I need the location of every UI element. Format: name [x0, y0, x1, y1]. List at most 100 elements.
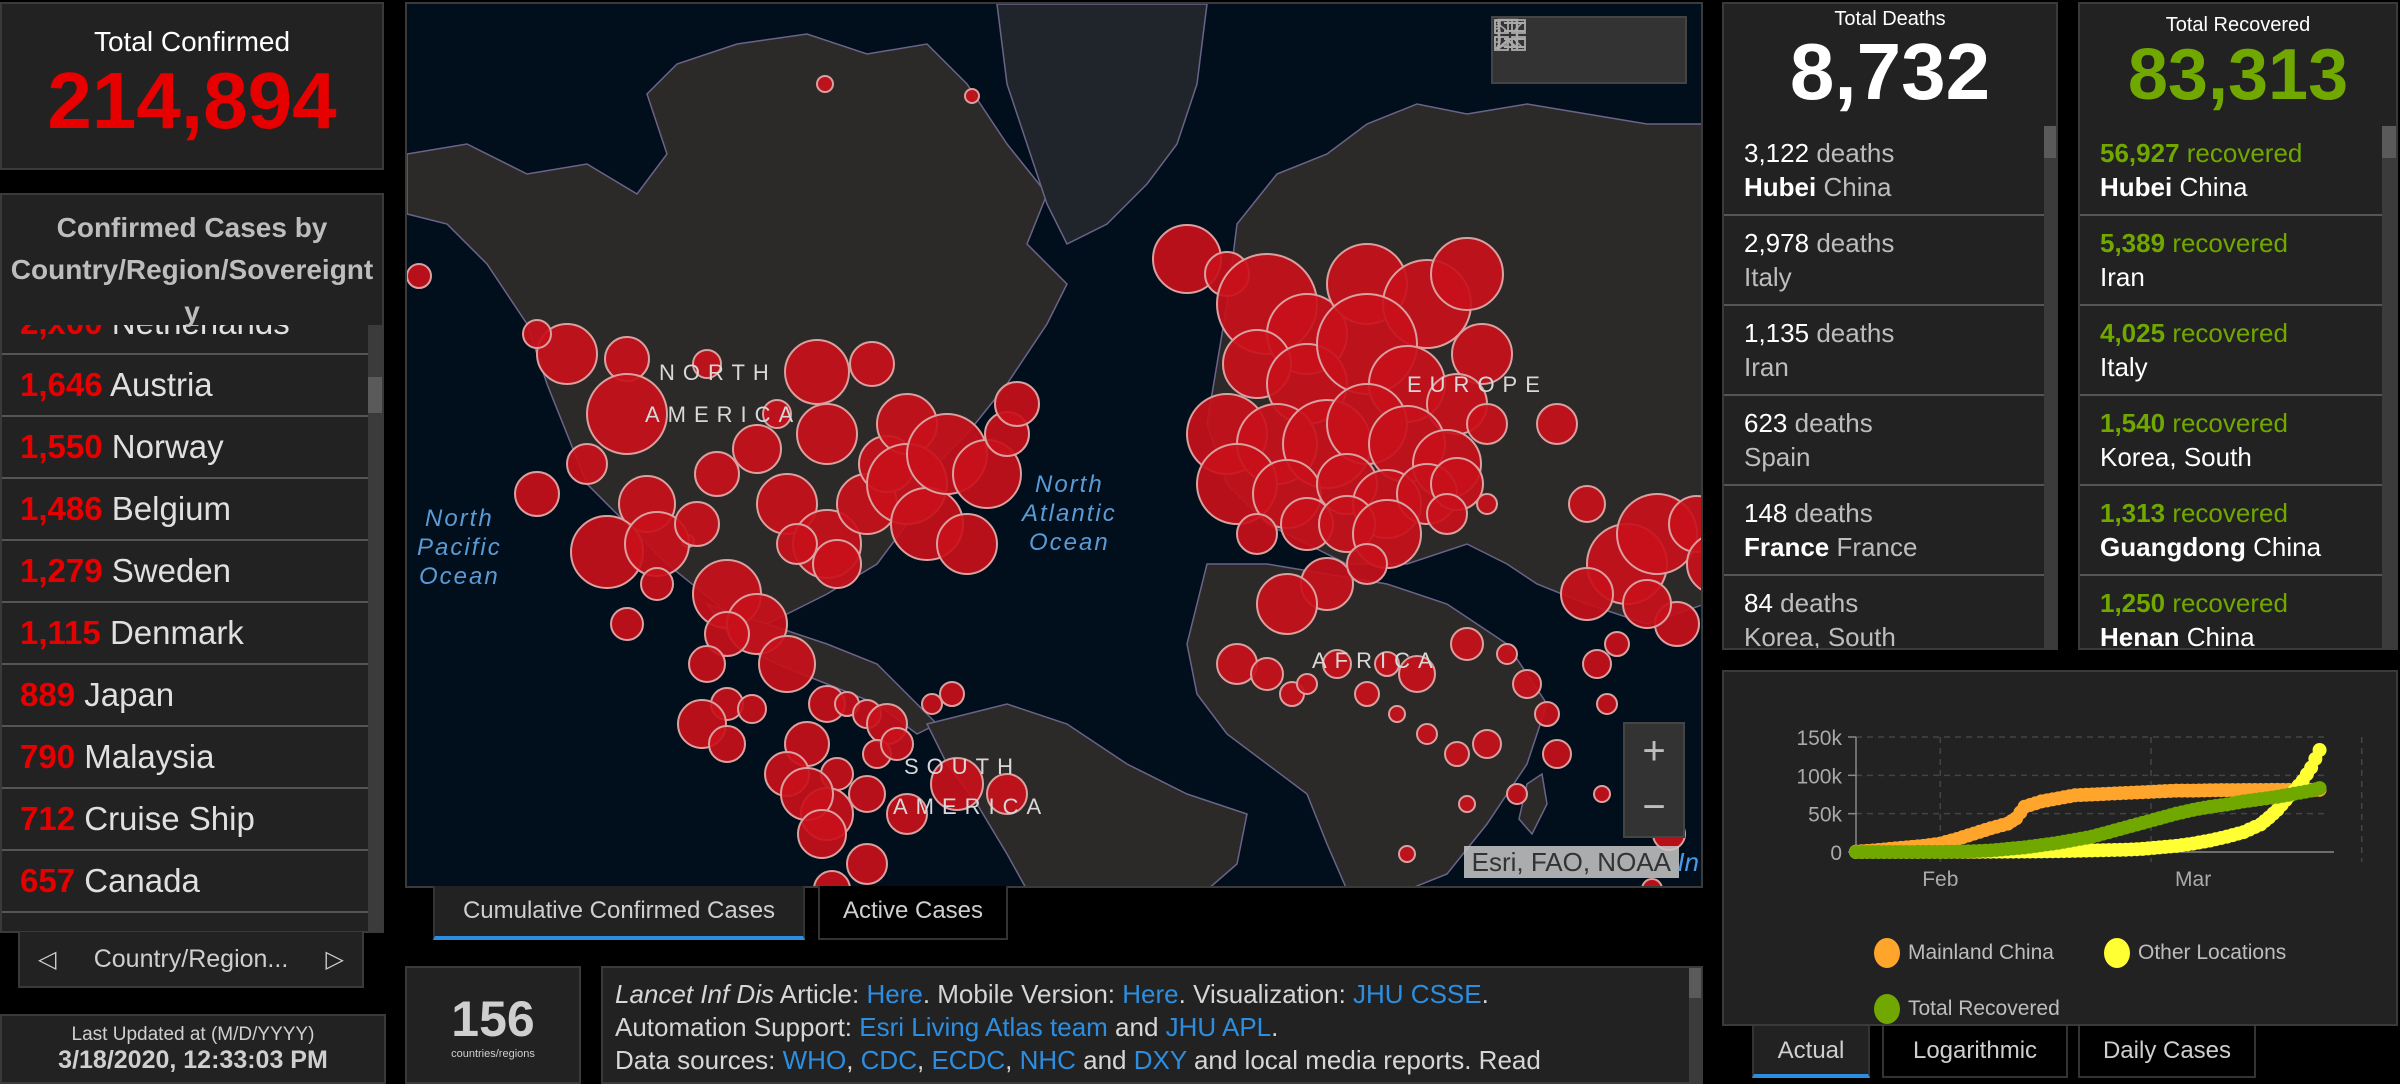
recovered-list-item[interactable]: 1,250 recovered Henan China — [2080, 576, 2386, 648]
deaths-list-item[interactable]: 148 deaths France France — [1724, 486, 2044, 576]
case-bubble[interactable] — [1256, 573, 1318, 635]
country-list-item[interactable]: 889 Japan — [2, 665, 370, 727]
case-bubble[interactable] — [708, 725, 746, 763]
deaths-scrollbar[interactable] — [2044, 126, 2056, 648]
case-bubble[interactable] — [1476, 493, 1498, 515]
case-bubble[interactable] — [784, 339, 850, 405]
tab-actual[interactable]: Actual — [1752, 1026, 1870, 1078]
case-bubble[interactable] — [1430, 237, 1504, 311]
mobile-version-link[interactable]: Here — [1122, 979, 1178, 1009]
scrollbar-thumb[interactable] — [2044, 126, 2056, 158]
case-bubble[interactable] — [674, 501, 720, 547]
case-bubble[interactable] — [921, 693, 943, 715]
case-bubble[interactable] — [1416, 723, 1438, 745]
recovered-scrollbar[interactable] — [2382, 126, 2396, 648]
zoom-in-button[interactable]: + — [1625, 724, 1683, 780]
case-bubble[interactable] — [566, 443, 608, 485]
nhc-link[interactable]: NHC — [1020, 1045, 1076, 1075]
case-bubble[interactable] — [1641, 878, 1663, 888]
case-bubble[interactable] — [1236, 513, 1278, 555]
info-scrollbar[interactable] — [1689, 968, 1701, 1082]
case-bubble[interactable] — [522, 319, 552, 349]
recovered-list-item[interactable]: 1,313 recovered Guangdong China — [2080, 486, 2386, 576]
case-bubble[interactable] — [816, 75, 834, 93]
tab-daily-cases[interactable]: Daily Cases — [2078, 1026, 2256, 1078]
zoom-out-button[interactable]: − — [1625, 780, 1683, 836]
scrollbar-thumb[interactable] — [368, 377, 382, 413]
country-list-item[interactable]: 1,486 Belgium — [2, 479, 370, 541]
case-bubble[interactable] — [1496, 643, 1518, 665]
case-bubble[interactable] — [1346, 543, 1388, 585]
esri-living-atlas-link[interactable]: Esri Living Atlas team — [859, 1012, 1108, 1042]
next-arrow-icon[interactable]: ▷ — [326, 945, 344, 974]
case-bubble[interactable] — [1596, 693, 1618, 715]
case-bubble[interactable] — [796, 403, 858, 465]
recovered-list-item[interactable]: 4,025 recovered Italy — [2080, 306, 2386, 396]
case-bubble[interactable] — [797, 809, 847, 859]
case-bubble[interactable] — [688, 645, 726, 683]
deaths-list-item[interactable]: 84 deaths Korea, South — [1724, 576, 2044, 648]
country-list-item[interactable]: 1,550 Norway — [2, 417, 370, 479]
legend-item-other-locations[interactable]: Other Locations — [2104, 938, 2286, 968]
dxy-link[interactable]: DXY — [1134, 1045, 1187, 1075]
legend-item-mainland-china[interactable]: Mainland China — [1874, 938, 2054, 968]
case-bubble[interactable] — [1426, 493, 1468, 535]
case-bubble[interactable] — [1593, 785, 1611, 803]
map-attribution[interactable]: Esri, FAO, NOAA — [1463, 846, 1679, 878]
case-bubble[interactable] — [732, 424, 782, 474]
tab-cumulative-confirmed-cases[interactable]: Cumulative Confirmed Cases — [433, 886, 805, 940]
case-bubble[interactable] — [1444, 741, 1470, 767]
case-bubble[interactable] — [936, 513, 998, 575]
case-bubble[interactable] — [640, 567, 674, 601]
cdc-link[interactable]: CDC — [861, 1045, 917, 1075]
article-link[interactable]: Here — [866, 979, 922, 1009]
case-bubble[interactable] — [964, 88, 980, 104]
ecdc-link[interactable]: ECDC — [931, 1045, 1005, 1075]
map-attribution-more[interactable]: In — [1677, 846, 1699, 878]
case-bubble[interactable] — [1466, 403, 1508, 445]
legend-item-total-recovered[interactable]: Total Recovered — [1874, 994, 2060, 1024]
data-point[interactable] — [2312, 781, 2327, 796]
case-bubble[interactable] — [1512, 669, 1542, 699]
deaths-list-item[interactable]: 2,978 deaths Italy — [1724, 216, 2044, 306]
deaths-list-item[interactable]: 623 deaths Spain — [1724, 396, 2044, 486]
case-bubble[interactable] — [1450, 627, 1484, 661]
country-list-scrollbar[interactable] — [368, 325, 382, 931]
jhu-apl-link[interactable]: JHU APL — [1166, 1012, 1272, 1042]
case-bubble[interactable] — [1542, 739, 1572, 769]
deaths-list-item[interactable]: 1,135 deaths Iran — [1724, 306, 2044, 396]
case-bubble[interactable] — [1458, 795, 1476, 813]
country-list-item[interactable]: 790 Malaysia — [2, 727, 370, 789]
case-bubble[interactable] — [848, 775, 886, 813]
case-bubble[interactable] — [1354, 681, 1380, 707]
country-list-item[interactable]: 657 Canada — [2, 851, 370, 913]
case-bubble[interactable] — [849, 341, 895, 387]
case-bubble[interactable] — [1506, 783, 1528, 805]
case-bubble[interactable] — [1536, 403, 1578, 445]
prev-arrow-icon[interactable]: ◁ — [38, 945, 56, 974]
case-bubble[interactable] — [514, 471, 560, 517]
case-bubble[interactable] — [694, 451, 740, 497]
tab-logarithmic[interactable]: Logarithmic — [1882, 1026, 2068, 1078]
case-bubble[interactable] — [737, 694, 767, 724]
case-bubble[interactable] — [610, 607, 644, 641]
scrollbar-thumb[interactable] — [2382, 126, 2396, 158]
country-list-item[interactable]: 1,646 Austria — [2, 355, 370, 417]
tab-active-cases[interactable]: Active Cases — [818, 886, 1008, 940]
recovered-list-item[interactable]: 5,389 recovered Iran — [2080, 216, 2386, 306]
case-bubble[interactable] — [776, 523, 818, 565]
case-bubble[interactable] — [1250, 657, 1284, 691]
map-canvas[interactable] — [407, 4, 1703, 888]
case-bubble[interactable] — [1582, 649, 1612, 679]
jhu-csse-link[interactable]: JHU CSSE — [1353, 979, 1482, 1009]
case-bubble[interactable] — [812, 539, 862, 589]
case-bubble[interactable] — [1296, 673, 1318, 695]
world-map[interactable]: North Pacific Ocean North Atlantic Ocean… — [405, 2, 1703, 888]
case-bubble[interactable] — [1534, 701, 1560, 727]
basemap-gallery-icon[interactable] — [1493, 18, 1527, 52]
case-bubble[interactable] — [994, 381, 1040, 427]
deaths-list-item[interactable]: 3,122 deaths Hubei China — [1724, 126, 2044, 216]
case-bubble[interactable] — [1568, 485, 1606, 523]
case-bubble[interactable] — [1622, 579, 1672, 629]
recovered-list-item[interactable]: 56,927 recovered Hubei China — [2080, 126, 2386, 216]
